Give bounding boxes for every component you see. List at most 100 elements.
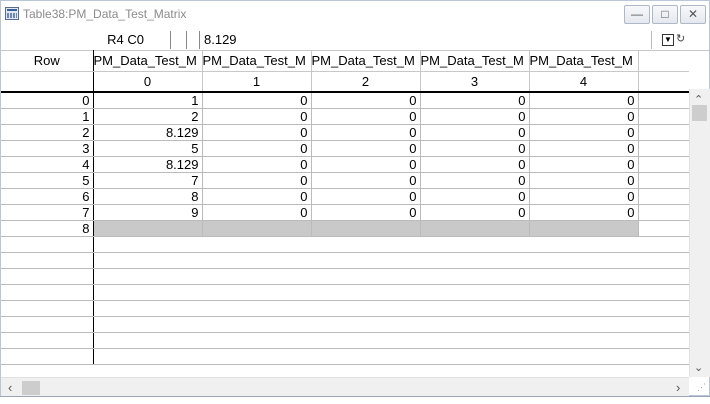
cell-value-field[interactable]: 8.129 — [201, 31, 651, 49]
data-cell[interactable]: 0 — [420, 92, 530, 109]
data-cell[interactable]: 0 — [529, 172, 639, 189]
data-cell[interactable]: 0 — [311, 140, 421, 157]
data-cell[interactable]: 0 — [529, 124, 639, 141]
vertical-scroll-thumb[interactable] — [692, 105, 707, 121]
row-number-cell[interactable]: 4 — [1, 156, 94, 173]
data-cell[interactable]: 0 — [311, 156, 421, 173]
data-cell[interactable]: 0 — [420, 140, 530, 157]
data-cell[interactable]: 0 — [420, 188, 530, 205]
new-row-placeholder-cell[interactable] — [202, 220, 312, 237]
data-cell[interactable]: 0 — [202, 156, 312, 173]
maximize-button[interactable]: □ — [652, 5, 678, 24]
empty-cell — [638, 300, 689, 317]
data-cell[interactable]: 0 — [202, 108, 312, 125]
data-cell[interactable]: 0 — [529, 92, 639, 109]
table-row: 120000 — [1, 108, 689, 125]
empty-cell — [638, 236, 689, 253]
empty-cell — [638, 124, 689, 141]
row-number-cell[interactable]: 2 — [1, 124, 94, 141]
row-number-cell[interactable]: 5 — [1, 172, 94, 189]
new-row[interactable]: 8 — [1, 220, 689, 237]
data-cell[interactable]: 0 — [202, 188, 312, 205]
minimize-button[interactable]: — — [624, 5, 650, 24]
empty-cell — [638, 252, 689, 269]
empty-cell — [420, 332, 529, 349]
empty-row — [1, 300, 689, 317]
data-cell[interactable]: 0 — [202, 204, 312, 221]
data-cell[interactable]: 8.129 — [93, 156, 203, 173]
vertical-scrollbar[interactable]: ⌃ ⌄ — [689, 89, 710, 377]
column-header-1[interactable]: PM_Data_Test_M — [202, 50, 312, 72]
new-row-placeholder-cell[interactable] — [93, 220, 203, 237]
data-cell[interactable]: 0 — [420, 108, 530, 125]
row-number-cell[interactable]: 1 — [1, 108, 94, 125]
data-cell[interactable]: 0 — [202, 124, 312, 141]
empty-cell — [93, 236, 202, 253]
new-row-number: 8 — [1, 220, 94, 237]
empty-cell — [202, 316, 311, 333]
resize-grip-icon[interactable]: ⋰ — [697, 382, 706, 393]
data-cell[interactable]: 0 — [202, 140, 312, 157]
column-header-4[interactable]: PM_Data_Test_M — [529, 50, 639, 72]
empty-cell — [420, 348, 529, 365]
data-cell[interactable]: 8.129 — [93, 124, 203, 141]
column-index-3: 3 — [420, 71, 530, 93]
row-number-cell[interactable]: 6 — [1, 188, 94, 205]
data-cell[interactable]: 0 — [311, 124, 421, 141]
data-cell[interactable]: 0 — [311, 172, 421, 189]
empty-row — [1, 236, 689, 253]
empty-cell — [311, 300, 420, 317]
title-bar[interactable]: Table38:PM_Data_Test_Matrix — □ ✕ — [1, 1, 709, 31]
data-cell[interactable]: 0 — [529, 188, 639, 205]
data-cell[interactable]: 1 — [93, 92, 203, 109]
new-row-placeholder-cell[interactable] — [529, 220, 639, 237]
empty-cell — [529, 284, 638, 301]
horizontal-scroll-thumb[interactable] — [22, 381, 40, 395]
data-cell[interactable]: 0 — [311, 92, 421, 109]
data-cell[interactable]: 0 — [420, 156, 530, 173]
column-header-3[interactable]: PM_Data_Test_M — [420, 50, 530, 72]
data-cell[interactable]: 5 — [93, 140, 203, 157]
data-cell[interactable]: 0 — [529, 204, 639, 221]
data-cell[interactable]: 0 — [529, 140, 639, 157]
cell-mode-box[interactable] — [186, 31, 200, 49]
data-cell[interactable]: 7 — [93, 172, 203, 189]
empty-cell — [638, 316, 689, 333]
background-divider — [0, 396, 710, 397]
data-cell[interactable]: 0 — [311, 188, 421, 205]
empty-cell — [311, 316, 420, 333]
close-button[interactable]: ✕ — [680, 5, 706, 24]
data-cell[interactable]: 8 — [93, 188, 203, 205]
new-row-placeholder-cell[interactable] — [420, 220, 530, 237]
empty-cell — [1, 316, 94, 333]
scroll-left-icon[interactable]: ‹ — [8, 380, 12, 395]
data-cell[interactable]: 0 — [311, 204, 421, 221]
data-cell[interactable]: 0 — [202, 92, 312, 109]
empty-cell — [202, 284, 311, 301]
data-cell[interactable]: 0 — [420, 172, 530, 189]
data-cell[interactable]: 0 — [529, 108, 639, 125]
row-number-cell[interactable]: 3 — [1, 140, 94, 157]
row-number-cell[interactable]: 0 — [1, 92, 94, 109]
column-header-0[interactable]: PM_Data_Test_M — [93, 50, 203, 72]
data-cell[interactable]: 0 — [420, 204, 530, 221]
data-cell[interactable]: 0 — [311, 108, 421, 125]
scroll-down-icon[interactable]: ⌄ — [694, 361, 703, 374]
empty-index-cell — [638, 71, 689, 93]
data-cell[interactable]: 2 — [93, 108, 203, 125]
new-row-placeholder-cell[interactable] — [311, 220, 421, 237]
dropdown-icon[interactable]: ▼ — [662, 34, 674, 46]
empty-cell — [202, 252, 311, 269]
row-number-cell[interactable]: 7 — [1, 204, 94, 221]
data-cell[interactable]: 0 — [420, 124, 530, 141]
column-header-row[interactable]: Row — [1, 50, 94, 72]
data-cell[interactable]: 0 — [529, 156, 639, 173]
scroll-right-icon[interactable]: › — [676, 380, 680, 395]
empty-cell — [311, 268, 420, 285]
horizontal-scrollbar[interactable]: ‹ › — [1, 377, 689, 398]
column-header-2[interactable]: PM_Data_Test_M — [311, 50, 421, 72]
refresh-icon[interactable]: ↻ — [676, 32, 685, 45]
data-cell[interactable]: 9 — [93, 204, 203, 221]
empty-cell — [93, 284, 202, 301]
data-cell[interactable]: 0 — [202, 172, 312, 189]
